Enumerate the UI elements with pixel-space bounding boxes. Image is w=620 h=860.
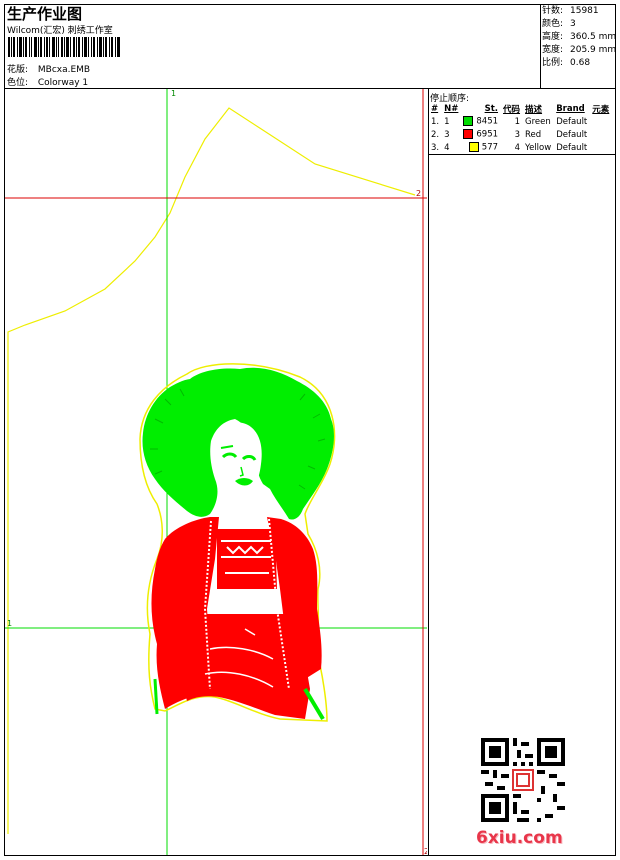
qr-seal	[512, 769, 534, 791]
table-row: 3. 4 577 4 Yellow Default	[429, 141, 612, 154]
design-file-value: MBcxa.EMB	[37, 65, 91, 75]
stop-sequence-table: # N# St. 代码 描述 Brand 元素 1. 1 8451 1 Gree…	[429, 102, 612, 154]
design-canvas: 1 1 2 2	[5, 89, 427, 855]
stat-label: 颜色:	[542, 19, 564, 29]
stat-height: 高度: 360.5 mm	[542, 31, 616, 44]
studio-name: Wilcom(汇宏) 刺绣工作室	[7, 26, 113, 36]
row-stitches: 8451	[476, 116, 499, 127]
row-index: 2.	[431, 129, 440, 140]
guide-label-right: 2	[416, 189, 421, 198]
stat-value: 360.5 mm	[570, 32, 617, 42]
embroidery-figure	[139, 363, 336, 722]
stats-divider	[540, 4, 541, 88]
stat-scale: 比例: 0.68	[542, 57, 616, 70]
stat-value: 3	[570, 19, 576, 29]
row-stitches: 6951	[476, 129, 499, 140]
row-code: 4	[514, 142, 521, 153]
stat-value: 15981	[570, 6, 599, 16]
barcode	[8, 37, 120, 57]
row-brand: Default	[556, 129, 588, 140]
design-file: 花版: MBcxa.EMB	[7, 62, 90, 75]
qr-code	[481, 738, 565, 822]
stat-colors: 颜色: 3	[542, 18, 616, 31]
leg-stripe-right	[303, 687, 325, 721]
col-description: 描述	[525, 104, 543, 115]
stat-label: 比例:	[542, 58, 564, 68]
guide-label-left: 1	[7, 619, 12, 628]
row-needle: 1	[444, 116, 450, 127]
col-needle: N#	[444, 103, 459, 114]
row-element	[590, 141, 612, 154]
watermark-site: 6xiu.com	[476, 828, 563, 848]
row-description: Red	[525, 129, 542, 140]
row-stitches: 577	[481, 142, 499, 153]
leg-stripe-left	[153, 678, 159, 715]
row-stitches-cell: 577	[461, 141, 501, 154]
row-needle: 4	[444, 142, 450, 153]
table-row: 1. 1 8451 1 Green Default	[429, 115, 612, 128]
crop-top	[217, 529, 277, 589]
face	[215, 422, 262, 500]
row-brand: Default	[556, 142, 588, 153]
color-swatch	[463, 116, 474, 127]
table-header-row: # N# St. 代码 描述 Brand 元素	[429, 102, 612, 115]
col-index: #	[431, 103, 439, 114]
row-code: 3	[514, 129, 521, 140]
color-swatch	[468, 142, 479, 153]
col-stitches: St.	[484, 103, 499, 114]
row-description: Green	[525, 116, 551, 127]
col-brand: Brand	[556, 103, 585, 114]
panel-divider	[428, 88, 429, 856]
row-index: 3.	[431, 142, 440, 153]
row-index: 1.	[431, 116, 440, 127]
row-needle: 3	[444, 129, 450, 140]
row-description: Yellow	[525, 142, 552, 153]
page-title: 生产作业图	[7, 5, 83, 23]
colorway-value: Colorway 1	[37, 78, 89, 88]
design-stats: 针数: 15981 颜色: 3 高度: 360.5 mm 宽度: 205.9 mm 比例…	[542, 5, 616, 70]
table-row: 2. 3 6951 3 Red Default	[429, 128, 612, 141]
guide-label-corner: 2	[424, 847, 427, 855]
stat-value: 205.9 mm	[570, 45, 617, 55]
stat-label: 高度:	[542, 32, 564, 42]
row-element	[590, 128, 612, 141]
colorway-label: 色位:	[7, 78, 29, 88]
row-stitches-cell: 8451	[461, 115, 501, 128]
neck	[227, 497, 255, 521]
row-stitches-cell: 6951	[461, 128, 501, 141]
colorway: 色位: Colorway 1	[7, 75, 88, 88]
stat-label: 针数:	[542, 6, 564, 16]
stop-table-divider	[429, 154, 616, 155]
guide-label-top: 1	[171, 89, 176, 98]
row-brand: Default	[556, 116, 588, 127]
color-swatch	[463, 129, 474, 140]
stat-width: 宽度: 205.9 mm	[542, 44, 616, 57]
row-element	[590, 115, 612, 128]
row-code: 1	[514, 116, 521, 127]
col-code: 代码	[503, 104, 521, 115]
stat-stitches: 针数: 15981	[542, 5, 616, 18]
stat-value: 0.68	[570, 58, 591, 68]
midriff	[219, 589, 279, 614]
col-element: 元素	[592, 104, 610, 115]
design-file-label: 花版:	[7, 65, 29, 75]
stat-label: 宽度:	[542, 45, 564, 55]
